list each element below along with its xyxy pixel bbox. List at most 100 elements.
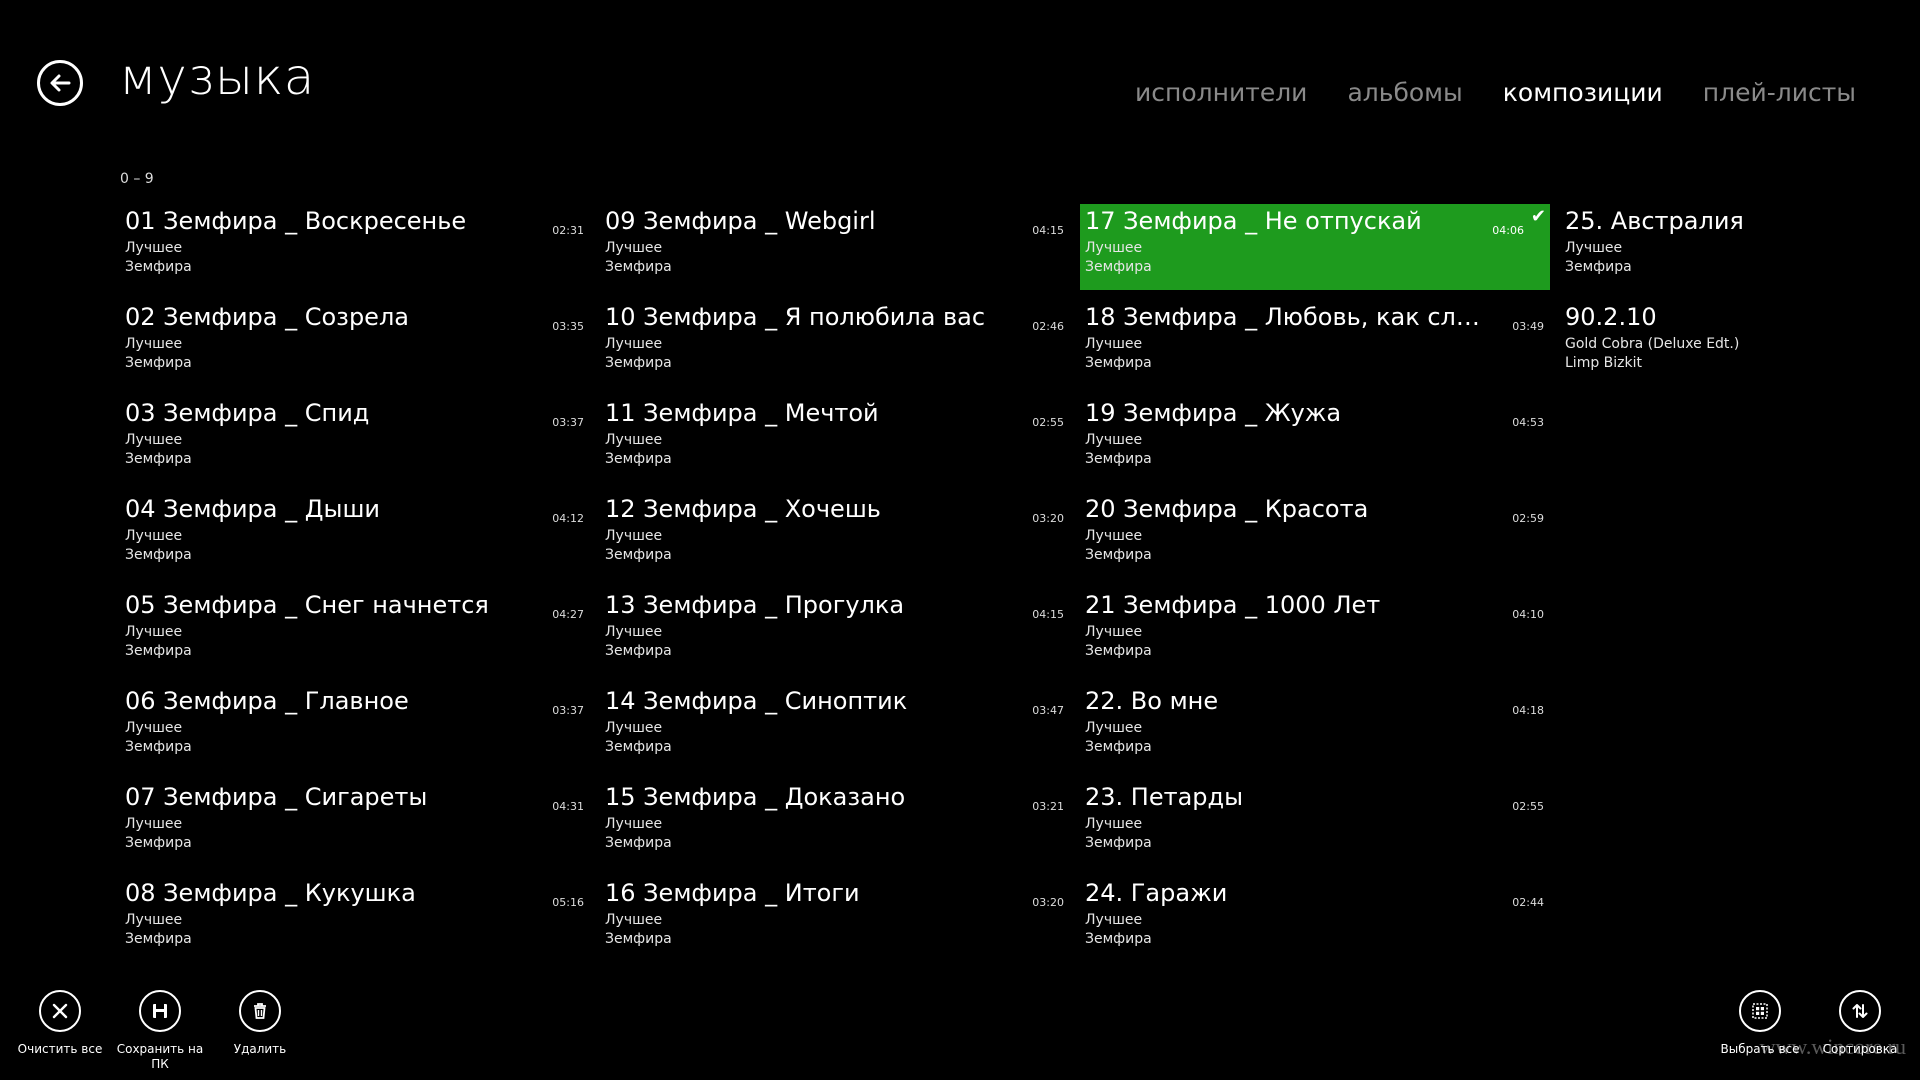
save-to-pc-button[interactable]: Сохранить на ПК [110,990,210,1072]
song-artist: Земфира [605,451,672,467]
song-tile[interactable]: 19 Земфира _ Жужа Лучшее Земфира 04:53 [1080,396,1550,482]
song-tile[interactable]: 16 Земфира _ Итоги Лучшее Земфира 03:20 [600,876,1070,962]
song-artist: Земфира [605,547,672,563]
song-artist: Земфира [1085,835,1152,851]
song-tile[interactable]: 01 Земфира _ Воскресенье Лучшее Земфира 02:… [120,204,590,290]
song-title: 05 Земфира _ Снег начнется [125,591,489,619]
arrow-left-icon [50,74,71,92]
song-tile[interactable]: 15 Земфира _ Доказано Лучшее Земфира 03:21 [600,780,1070,866]
song-tile[interactable]: 18 Земфира _ Любовь, как случ... Лучшее Зе… [1080,300,1550,386]
song-artist: Земфира [125,259,192,275]
song-tile[interactable]: 02 Земфира _ Созрела Лучшее Земфира 03:35 [120,300,590,386]
song-artist: Земфира [1085,739,1152,755]
song-tile[interactable]: 09 Земфира _ Webgirl Лучшее Земфира 04:15 [600,204,1070,290]
song-tile[interactable]: 08 Земфира _ Кукушка Лучшее Земфира 05:16 [120,876,590,962]
song-tile[interactable]: 25. Австралия Лучшее Земфира [1560,204,1920,290]
song-duration: 02:44 [1512,896,1544,909]
song-title: 13 Земфира _ Прогулка [605,591,905,619]
song-artist: Земфира [1085,259,1152,275]
song-artist: Земфира [1085,451,1152,467]
tab-songs[interactable]: композиции [1503,78,1663,107]
song-tile[interactable]: 11 Земфира _ Мечтой Лучшее Земфира 02:55 [600,396,1070,482]
song-duration: 03:35 [552,320,584,333]
song-tile[interactable]: 14 Земфира _ Синоптик Лучшее Земфира 03:47 [600,684,1070,770]
song-tile[interactable]: 04 Земфира _ Дыши Лучшее Земфира 04:12 [120,492,590,578]
song-tile[interactable]: 23. Петарды Лучшее Земфира 02:55 [1080,780,1550,866]
song-tile[interactable]: 22. Во мне Лучшее Земфира 04:18 [1080,684,1550,770]
song-title: 04 Земфира _ Дыши [125,495,380,523]
song-artist: Земфира [605,835,672,851]
song-album: Лучшее [1085,720,1143,736]
song-title: 19 Земфира _ Жужа [1085,399,1342,427]
song-artist: Земфира [1085,931,1152,947]
tab-albums[interactable]: альбомы [1347,78,1462,107]
song-duration: 03:20 [1032,896,1064,909]
song-duration: 04:31 [552,800,584,813]
song-duration: 04:06 [1492,224,1524,237]
song-tile[interactable]: 07 Земфира _ Сигареты Лучшее Земфира 04:31 [120,780,590,866]
song-duration: 04:12 [552,512,584,525]
song-duration: 04:10 [1512,608,1544,621]
song-artist: Земфира [605,931,672,947]
song-artist: Земфира [605,643,672,659]
song-duration: 02:59 [1512,512,1544,525]
song-duration: 03:49 [1512,320,1544,333]
song-album: Лучшее [125,912,183,928]
group-header[interactable]: 0 – 9 [120,171,154,187]
song-title: 21 Земфира _ 1000 Лет [1085,591,1381,619]
song-artist: Земфира [125,931,192,947]
song-tile[interactable]: 05 Земфира _ Снег начнется Лучшее Земфира 0… [120,588,590,674]
song-tile[interactable]: 20 Земфира _ Красота Лучшее Земфира 02:59 [1080,492,1550,578]
song-duration: 04:53 [1512,416,1544,429]
song-title: 10 Земфира _ Я полюбила вас [605,303,986,331]
clear-all-button[interactable]: Очистить все [10,990,110,1057]
song-album: Лучшее [125,336,183,352]
back-button[interactable] [37,60,83,106]
song-tile[interactable]: 17 Земфира _ Не отпускай Лучшее Земфира 04:… [1080,204,1550,290]
tab-artists[interactable]: исполнители [1135,78,1307,107]
song-title: 24. Гаражи [1085,879,1228,907]
song-tile[interactable]: 03 Земфира _ Спид Лучшее Земфира 03:37 [120,396,590,482]
song-duration: 04:27 [552,608,584,621]
tab-playlists[interactable]: плей-листы [1703,78,1856,107]
delete-label: Удалить [233,1042,287,1056]
song-album: Лучшее [1085,240,1143,256]
song-artist: Земфира [605,739,672,755]
song-duration: 03:37 [552,416,584,429]
song-duration: 04:15 [1032,224,1064,237]
song-tile[interactable]: 10 Земфира _ Я полюбила вас Лучшее Земфира… [600,300,1070,386]
song-album: Лучшее [125,528,183,544]
pivot-tabs: исполнители альбомы композиции плей-лист… [1135,78,1856,107]
song-album: Лучшее [605,528,663,544]
song-duration: 04:18 [1512,704,1544,717]
song-artist: Земфира [125,355,192,371]
save-icon [153,1004,167,1018]
song-album: Лучшее [1085,432,1143,448]
song-tile[interactable]: 90.2.10 Gold Cobra (Deluxe Edt.) Limp Bizk… [1560,300,1920,386]
song-artist: Земфира [125,835,192,851]
song-tile[interactable]: 12 Земфира _ Хочешь Лучшее Земфира 03:20 [600,492,1070,578]
song-artist: Земфира [1085,355,1152,371]
song-album: Лучшее [125,816,183,832]
page-title: музыка [119,48,315,106]
song-duration: 02:55 [1032,416,1064,429]
song-tile[interactable]: 21 Земфира _ 1000 Лет Лучшее Земфира 04:10 [1080,588,1550,674]
song-tile[interactable]: 24. Гаражи Лучшее Земфира 02:44 [1080,876,1550,962]
song-title: 25. Австралия [1565,207,1744,235]
song-duration: 05:16 [552,896,584,909]
song-album: Лучшее [605,912,663,928]
song-tile[interactable]: 06 Земфира _ Главное Лучшее Земфира 03:37 [120,684,590,770]
song-artist: Limp Bizkit [1565,355,1642,371]
song-album: Лучшее [125,720,183,736]
save-to-pc-label: Сохранить на ПК [116,1042,204,1071]
song-tile[interactable]: 13 Земфира _ Прогулка Лучшее Земфира 04:15 [600,588,1070,674]
song-title: 11 Земфира _ Мечтой [605,399,879,427]
song-album: Лучшее [605,816,663,832]
delete-button[interactable]: Удалить [210,990,310,1057]
song-title: 12 Земфира _ Хочешь [605,495,881,523]
checkmark-icon: ✔ [1530,206,1546,227]
song-album: Лучшее [125,432,183,448]
song-title: 08 Земфира _ Кукушка [125,879,416,907]
song-album: Лучшее [1085,624,1143,640]
song-artist: Земфира [125,451,192,467]
